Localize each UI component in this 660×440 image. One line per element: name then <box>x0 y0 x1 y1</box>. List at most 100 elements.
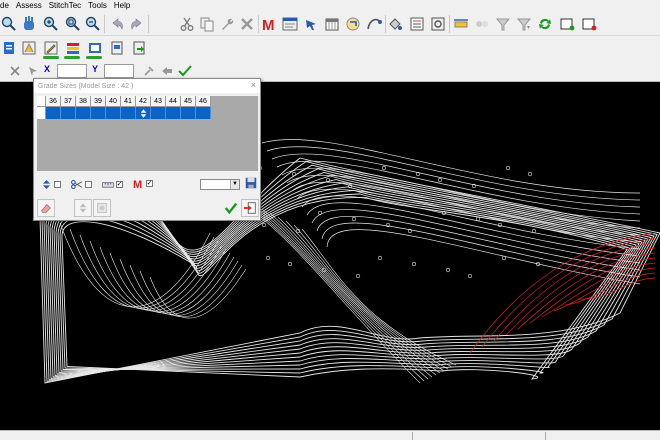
size-cell[interactable] <box>196 107 211 119</box>
menu-item-de[interactable]: de <box>0 0 9 12</box>
grade-contour <box>261 139 641 194</box>
panel-view-icon[interactable] <box>86 39 104 57</box>
pencil-edit-icon[interactable] <box>42 39 60 57</box>
size-column-header[interactable]: 41 <box>121 96 136 107</box>
active-indicator <box>43 56 59 59</box>
menu-item-stitchtec[interactable]: StitchTec <box>49 0 81 12</box>
copy-icon[interactable] <box>198 15 216 33</box>
size-column-header[interactable]: 46 <box>196 96 211 107</box>
pin-arrow-icon[interactable] <box>303 15 321 33</box>
layers-stack-icon[interactable] <box>64 39 82 57</box>
grade-inner-curve <box>149 268 247 319</box>
size-cell[interactable] <box>151 107 166 119</box>
size-grid[interactable]: 36 37 38 39 40 41 42 43 44 45 46 <box>37 96 258 171</box>
size-grid-row[interactable] <box>37 107 211 119</box>
size-column-header[interactable]: 43 <box>151 96 166 107</box>
size-column-header[interactable]: 38 <box>76 96 91 107</box>
grade-point-marker <box>351 216 357 222</box>
grade-arrows-option[interactable] <box>42 180 61 189</box>
doc-lines-icon[interactable] <box>108 39 126 57</box>
grade-red-curve <box>469 232 656 354</box>
pattern-window-icon[interactable] <box>281 15 299 33</box>
refresh-green-icon[interactable] <box>536 15 554 33</box>
size-cell[interactable] <box>121 107 136 119</box>
align-pieces-icon[interactable] <box>452 15 470 33</box>
ok-button[interactable] <box>222 199 240 217</box>
cancel-x-icon[interactable] <box>6 62 24 80</box>
pan-hand-icon[interactable] <box>20 15 38 33</box>
undo-icon[interactable] <box>108 15 126 33</box>
grade-arrows-checkbox[interactable] <box>54 181 61 188</box>
model-checkbox[interactable]: ✓ <box>146 180 153 187</box>
delete-icon[interactable] <box>238 15 256 33</box>
size-cell[interactable] <box>91 107 106 119</box>
grade-point-marker <box>355 273 361 279</box>
filter-funnel-icon[interactable] <box>494 15 512 33</box>
pattern-piece-icon[interactable] <box>20 39 38 57</box>
close-icon[interactable]: × <box>251 80 256 90</box>
filter-down-icon[interactable] <box>515 15 533 33</box>
scissors-checkbox[interactable] <box>85 181 92 188</box>
rotate-piece-icon[interactable] <box>344 15 362 33</box>
grade-point-marker <box>411 261 417 267</box>
size-cell[interactable] <box>166 107 181 119</box>
zoom-icon[interactable] <box>0 15 18 33</box>
zoom-in-icon[interactable] <box>42 15 60 33</box>
paint-bucket-icon[interactable] <box>386 15 404 33</box>
model-m-icon[interactable]: M <box>260 15 278 33</box>
size-cell[interactable] <box>136 107 151 119</box>
toolbar-separator <box>449 15 450 33</box>
grade-sizes-dialog: Grade Sizes (Model Size : 42 ) × 36 37 38 3… <box>33 78 261 221</box>
scissors-option[interactable] <box>71 180 92 189</box>
grade-point-marker <box>497 222 503 228</box>
size-column-header[interactable]: 39 <box>91 96 106 107</box>
save-disk-icon[interactable] <box>244 176 258 190</box>
menu-item-help[interactable]: Help <box>114 0 130 12</box>
size-column-header[interactable]: 40 <box>106 96 121 107</box>
piece-info-button[interactable] <box>93 199 111 217</box>
grade-step-button[interactable] <box>74 199 92 217</box>
size-cell[interactable] <box>46 107 61 119</box>
y-coordinate-input[interactable] <box>104 64 134 78</box>
wrench-icon[interactable] <box>218 15 236 33</box>
size-cell[interactable] <box>106 107 121 119</box>
x-coordinate-input[interactable] <box>57 64 87 78</box>
grade-point-marker <box>467 273 473 279</box>
menu-item-assess[interactable]: Assess <box>16 0 42 12</box>
size-dropdown[interactable]: ▼ <box>200 179 240 190</box>
exit-button[interactable] <box>241 199 259 217</box>
ruler-option[interactable]: ✓ <box>102 180 123 189</box>
piece-red-icon[interactable] <box>580 15 598 33</box>
size-cell[interactable] <box>181 107 196 119</box>
model-option[interactable]: M ✓ <box>133 178 153 189</box>
calendar-grade-icon[interactable] <box>323 15 341 33</box>
dotted-layout-icon[interactable] <box>473 15 491 33</box>
active-indicator <box>86 56 102 59</box>
settings-gear-icon[interactable] <box>429 15 447 33</box>
ruler-checkbox[interactable]: ✓ <box>116 181 123 188</box>
size-column-header[interactable]: 44 <box>166 96 181 107</box>
dialog-title-bar[interactable]: Grade Sizes (Model Size : 42 ) × <box>34 79 260 93</box>
eraser-button[interactable] <box>37 199 55 217</box>
export-green-icon[interactable] <box>130 39 148 57</box>
grade-point-marker <box>475 216 481 222</box>
curve-tool-icon[interactable] <box>365 15 383 33</box>
size-cell[interactable] <box>61 107 76 119</box>
size-column-header[interactable]: 37 <box>61 96 76 107</box>
piece-info-icon <box>97 203 107 213</box>
redo-icon[interactable] <box>128 15 146 33</box>
zoom-window-icon[interactable] <box>64 15 82 33</box>
row-header-cell[interactable] <box>37 107 46 119</box>
zoom-out-icon[interactable] <box>84 15 102 33</box>
size-column-header[interactable]: 42 <box>136 96 151 107</box>
size-column-header[interactable]: 45 <box>181 96 196 107</box>
grade-point-marker <box>531 228 537 234</box>
piece-green-icon[interactable] <box>558 15 576 33</box>
size-cell[interactable] <box>76 107 91 119</box>
cut-icon[interactable] <box>178 15 196 33</box>
properties-list-icon[interactable] <box>408 15 426 33</box>
size-column-header[interactable]: 36 <box>46 96 61 107</box>
document-icon[interactable] <box>0 39 18 57</box>
chevron-down-icon[interactable]: ▼ <box>230 180 239 189</box>
menu-item-tools[interactable]: Tools <box>88 0 107 12</box>
